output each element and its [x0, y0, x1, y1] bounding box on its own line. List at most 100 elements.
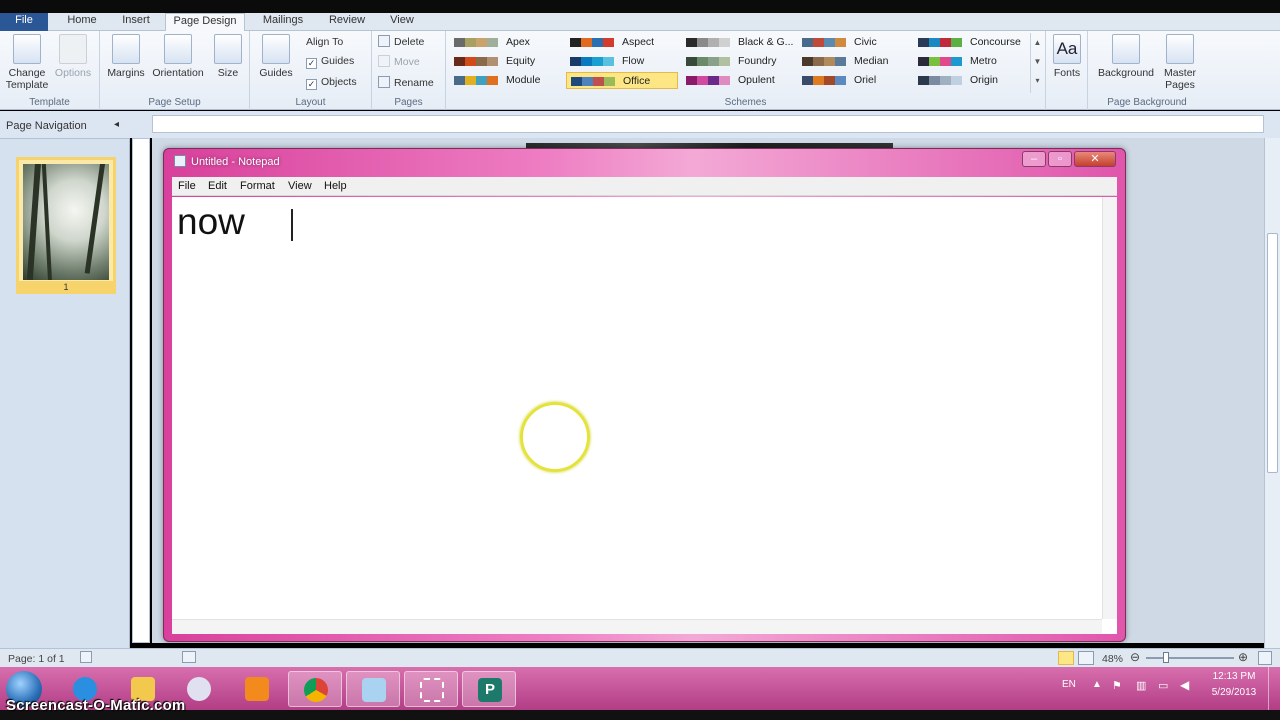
size-button[interactable]: Size	[212, 34, 244, 79]
network-icon[interactable]: ▥	[1136, 679, 1146, 692]
page-thumbnail[interactable]: 1	[16, 157, 116, 294]
tree-shape	[41, 164, 53, 280]
macro-record-icon[interactable]	[80, 651, 92, 663]
guides-checkbox[interactable]: ✓ Guides	[306, 53, 354, 69]
horizontal-ruler[interactable]	[152, 115, 1264, 133]
group-template: Change Template Options Template	[0, 31, 100, 110]
notepad-vertical-scrollbar[interactable]	[1102, 197, 1117, 619]
margins-label: Margins	[107, 67, 145, 79]
status-bar: Page: 1 of 1 48% ⊖ ⊕	[0, 648, 1280, 667]
tab-mailings[interactable]: Mailings	[252, 13, 314, 31]
zoom-in-icon[interactable]: ⊕	[1238, 650, 1248, 664]
battery-icon[interactable]: ▭	[1158, 679, 1168, 692]
objects-checkbox[interactable]: ✓ Objects	[306, 74, 357, 90]
zoom-slider[interactable]	[1146, 657, 1234, 659]
scheme-origin[interactable]: Origin	[914, 72, 1026, 89]
volume-icon[interactable]: ◀	[1180, 678, 1189, 692]
taskbar-chrome[interactable]	[288, 671, 342, 707]
menu-help[interactable]: Help	[324, 180, 347, 192]
maximize-button[interactable]: ▫	[1048, 151, 1072, 167]
scheme-black-g[interactable]: Black & G...	[682, 34, 794, 51]
scheme-metro[interactable]: Metro	[914, 53, 1026, 70]
rename-page-button[interactable]: Rename	[378, 75, 434, 91]
group-label-layout: Layout	[295, 97, 326, 108]
taskbar-publisher[interactable]: P	[462, 671, 516, 707]
options-button[interactable]: Options	[52, 34, 94, 79]
taskbar-media-player[interactable]	[230, 671, 284, 707]
scheme-oriel[interactable]: Oriel	[798, 72, 910, 89]
notepad-horizontal-scrollbar[interactable]	[172, 619, 1102, 634]
vertical-ruler[interactable]	[132, 138, 150, 643]
flag-icon[interactable]: ⚑	[1112, 679, 1122, 692]
tab-view[interactable]: View	[380, 13, 424, 31]
tab-file[interactable]: File	[0, 13, 48, 31]
schemes-scroll[interactable]: ▲ ▼ ▾	[1030, 33, 1044, 93]
scheme-module[interactable]: Module	[450, 72, 562, 89]
close-button[interactable]: ✕	[1074, 151, 1116, 167]
scheme-apex[interactable]: Apex	[450, 34, 562, 51]
scheme-median[interactable]: Median	[798, 53, 910, 70]
object-position-icon[interactable]	[182, 651, 196, 663]
notepad-text-area[interactable]: now	[172, 197, 1117, 634]
master-pages-icon	[1166, 34, 1194, 64]
change-template-button[interactable]: Change Template	[4, 34, 50, 91]
background-button[interactable]: Background	[1094, 34, 1158, 79]
guides-button[interactable]: Guides	[256, 34, 296, 79]
scheme-office[interactable]: Office	[566, 72, 678, 89]
master-pages-button[interactable]: Master Pages	[1160, 34, 1200, 91]
group-label-pages: Pages	[394, 97, 423, 108]
thumbnail-page-number: 1	[19, 281, 113, 293]
menu-format[interactable]: Format	[240, 180, 275, 192]
notepad-window[interactable]: Untitled - Notepad – ▫ ✕ File Edit Forma…	[163, 148, 1126, 642]
scheme-aspect[interactable]: Aspect	[566, 34, 678, 51]
delete-page-button[interactable]: Delete	[378, 34, 424, 50]
ribbon: Change Template Options Template Margins…	[0, 31, 1280, 110]
notepad-titlebar[interactable]: Untitled - Notepad	[174, 155, 280, 168]
collapse-pane-icon[interactable]: ◂	[114, 119, 119, 130]
zoom-level[interactable]: 48%	[1102, 653, 1123, 665]
menu-file[interactable]: File	[178, 180, 196, 192]
scheme-swatch	[454, 38, 498, 47]
scrollbar-thumb[interactable]	[1267, 233, 1278, 473]
two-page-view-icon[interactable]	[1078, 651, 1094, 665]
tray-expand-icon[interactable]: ▲	[1092, 679, 1102, 690]
fit-page-icon[interactable]	[1258, 651, 1272, 665]
margins-button[interactable]: Margins	[106, 34, 146, 79]
screencast-icon	[420, 678, 444, 702]
chrome-icon	[304, 678, 328, 702]
show-desktop-button[interactable]	[1268, 667, 1280, 710]
tab-home[interactable]: Home	[58, 13, 106, 31]
minimize-button[interactable]: –	[1022, 151, 1046, 167]
scheme-equity[interactable]: Equity	[450, 53, 562, 70]
guides-check-icon: ✓	[306, 58, 317, 69]
clock-time[interactable]: 12:13 PM	[1206, 671, 1262, 682]
single-page-view-icon[interactable]	[1058, 651, 1074, 665]
scheme-name: Opulent	[738, 74, 775, 86]
fonts-button[interactable]: Aa Fonts	[1050, 34, 1084, 79]
scheme-swatch	[454, 76, 498, 85]
zoom-slider-thumb[interactable]	[1163, 652, 1169, 663]
zoom-out-icon[interactable]: ⊖	[1130, 650, 1140, 664]
scheme-concourse[interactable]: Concourse	[914, 34, 1026, 51]
taskbar-screencast[interactable]	[404, 671, 458, 707]
clock-date[interactable]: 5/29/2013	[1206, 687, 1262, 698]
scheme-civic[interactable]: Civic	[798, 34, 910, 51]
tab-page-design[interactable]: Page Design	[165, 13, 245, 32]
scheme-flow[interactable]: Flow	[566, 53, 678, 70]
move-page-button[interactable]: Move	[378, 54, 420, 70]
scheme-opulent[interactable]: Opulent	[682, 72, 794, 89]
language-indicator[interactable]: EN	[1062, 679, 1076, 690]
scheme-name: Oriel	[854, 74, 877, 86]
menu-edit[interactable]: Edit	[208, 180, 227, 192]
notepad-icon	[174, 155, 186, 167]
options-icon	[59, 34, 87, 64]
taskbar-notepad[interactable]	[346, 671, 400, 707]
scheme-swatch	[570, 57, 614, 66]
tab-review[interactable]: Review	[322, 13, 372, 31]
scheme-name: Aspect	[622, 36, 655, 48]
workspace-vertical-scrollbar[interactable]	[1264, 138, 1280, 648]
menu-view[interactable]: View	[288, 180, 312, 192]
orientation-button[interactable]: Orientation	[148, 34, 208, 79]
scheme-foundry[interactable]: Foundry	[682, 53, 794, 70]
tab-insert[interactable]: Insert	[112, 13, 160, 31]
